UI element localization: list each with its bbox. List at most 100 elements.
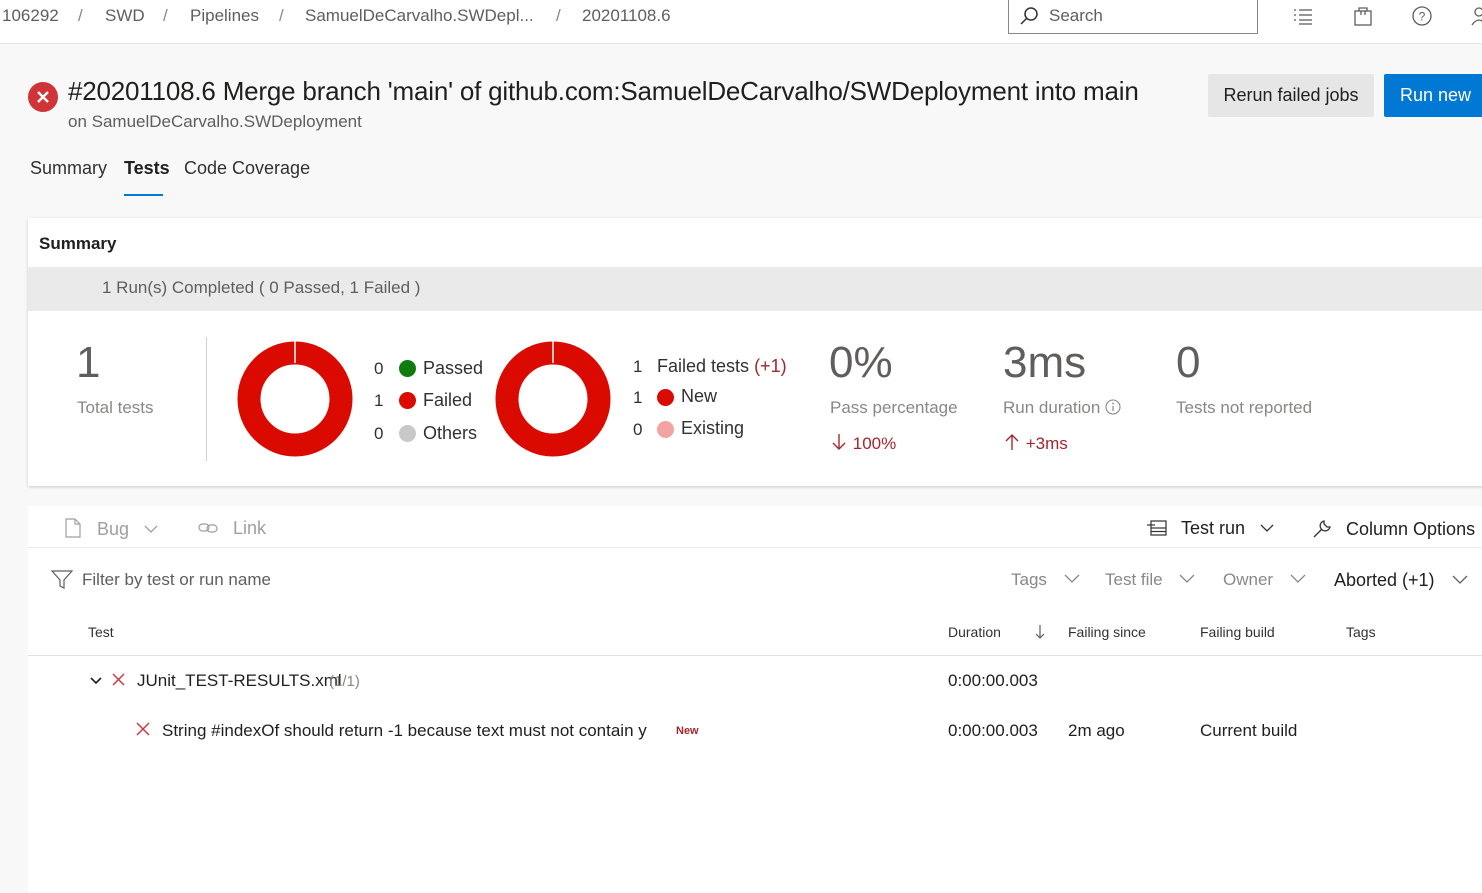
failed-tests-label: Failed tests (+1) <box>657 356 787 377</box>
header-divider <box>28 655 1482 656</box>
chevron-down-icon <box>1179 574 1195 583</box>
failed-x-icon <box>112 673 125 686</box>
failed-tests-donut-chart[interactable] <box>495 341 611 457</box>
column-options-button[interactable]: Column Options <box>1311 518 1475 540</box>
tab-code-coverage[interactable]: Code Coverage <box>184 158 310 179</box>
search-box[interactable] <box>1008 0 1258 34</box>
test-file-filter-label: Test file <box>1105 570 1163 589</box>
marketplace-bag-icon[interactable] <box>1352 5 1374 27</box>
breadcrumb-separator: / <box>279 6 284 25</box>
outcome-filter-dropdown[interactable]: Aborted (+1) <box>1334 570 1468 591</box>
info-icon[interactable] <box>1105 399 1121 415</box>
breadcrumb-project[interactable]: SWD <box>105 6 145 26</box>
run-duration-trend: +3ms <box>1003 433 1068 454</box>
page-title: #20201108.6 Merge branch 'main' of githu… <box>68 76 1139 106</box>
chevron-down-icon <box>1290 574 1306 583</box>
breadcrumb-pipelines[interactable]: Pipelines <box>190 6 259 26</box>
failed-status-icon <box>28 82 58 112</box>
link-button[interactable]: Link <box>198 518 266 539</box>
test-run-group-dropdown[interactable]: Test run <box>1147 518 1274 539</box>
chevron-down-icon <box>144 525 158 533</box>
column-header-failing-since[interactable]: Failing since <box>1068 624 1146 640</box>
existing-count: 0 <box>633 420 643 439</box>
tags-filter-dropdown[interactable]: Tags <box>1011 570 1080 590</box>
document-icon <box>65 518 81 538</box>
group-name: JUnit_TEST-RESULTS.xml <box>137 671 342 690</box>
breadcrumb-separator: / <box>78 6 83 25</box>
group-count: (1/1) <box>329 673 360 690</box>
outcome-donut-chart[interactable] <box>237 341 353 457</box>
failed-tests-count: 1 <box>633 357 643 376</box>
tests-not-reported-label: Tests not reported <box>1176 398 1313 417</box>
pass-percentage-value: 0% <box>829 338 893 387</box>
run-new-button[interactable]: Run new <box>1384 74 1482 117</box>
new-label: New <box>681 386 718 406</box>
link-icon <box>198 523 218 533</box>
breadcrumb-pipeline[interactable]: SamuelDeCarvalho.SWDepl... <box>305 6 534 26</box>
test-results-grid: Test Duration Failing since Failing buil… <box>28 608 1482 893</box>
filter-bar: Tags Test file Owner Aborted (+1) <box>28 548 1482 608</box>
test-run-label: Test run <box>1181 518 1246 538</box>
others-label: Others <box>423 423 478 443</box>
work-items-list-icon[interactable] <box>1292 5 1314 27</box>
column-header-failing-build[interactable]: Failing build <box>1200 624 1275 640</box>
runs-completed-text: 1 Run(s) Completed ( 0 Passed, 1 Failed … <box>102 278 421 297</box>
filter-input[interactable] <box>82 570 382 590</box>
outcome-filter-label: Aborted (+1) <box>1334 570 1435 590</box>
group-duration: 0:00:00.003 <box>948 671 1038 690</box>
tab-tests[interactable]: Tests <box>124 158 170 179</box>
failed-tests-delta: (+1) <box>754 356 787 376</box>
run-duration-label: Run duration <box>1003 398 1121 418</box>
total-tests-value: 1 <box>76 338 101 387</box>
test-duration: 0:00:00.003 <box>948 721 1038 740</box>
chevron-down-icon[interactable] <box>90 676 102 686</box>
failed-tests-text: Failed tests <box>657 356 750 376</box>
owner-filter-label: Owner <box>1223 570 1274 589</box>
new-count: 1 <box>633 388 643 407</box>
failing-build[interactable]: Current build <box>1200 721 1297 741</box>
search-icon <box>1020 7 1038 25</box>
existing-dot <box>657 421 674 438</box>
arrow-down-icon <box>832 434 846 450</box>
bug-button[interactable]: Bug <box>64 518 158 540</box>
column-header-test[interactable]: Test <box>88 624 114 640</box>
pipeline-subtitle[interactable]: on SamuelDeCarvalho.SWDeployment <box>68 112 362 132</box>
arrow-up-icon <box>1005 434 1019 450</box>
wrench-icon <box>1313 520 1331 538</box>
owner-filter-dropdown[interactable]: Owner <box>1223 570 1306 590</box>
breadcrumb-separator: / <box>163 6 168 25</box>
chevron-down-icon <box>1452 575 1468 584</box>
results-toolbar: Bug Link Test run Column Options <box>28 506 1482 548</box>
summary-title: Summary <box>39 234 117 253</box>
column-header-duration[interactable]: Duration <box>948 624 1001 640</box>
failed-x-icon <box>136 722 150 736</box>
sort-descending-icon[interactable] <box>1035 624 1045 640</box>
search-input[interactable] <box>1049 4 1249 28</box>
column-header-tags[interactable]: Tags <box>1346 624 1376 640</box>
test-name[interactable]: String #indexOf should return -1 because… <box>162 721 647 741</box>
breadcrumb-run[interactable]: 20201108.6 <box>582 6 671 26</box>
chevron-down-icon <box>1064 574 1080 583</box>
total-tests-label: Total tests <box>77 398 154 417</box>
runs-completed-band[interactable]: 1 Run(s) Completed ( 0 Passed, 1 Failed … <box>28 267 1482 311</box>
user-settings-icon[interactable] <box>1470 5 1482 27</box>
help-icon[interactable]: ? <box>1411 5 1433 27</box>
existing-label: Existing <box>681 418 745 438</box>
failed-dot <box>399 392 416 409</box>
failing-since: 2m ago <box>1068 721 1125 740</box>
passed-label: Passed <box>423 358 484 378</box>
failed-count: 1 <box>374 391 384 410</box>
tab-summary[interactable]: Summary <box>30 158 107 179</box>
rerun-failed-jobs-button[interactable]: Rerun failed jobs <box>1208 74 1374 117</box>
chevron-down-icon <box>1260 524 1274 532</box>
passed-count: 0 <box>374 359 384 378</box>
breadcrumb-organization[interactable]: 106292 <box>2 6 59 26</box>
test-file-filter-dropdown[interactable]: Test file <box>1105 570 1195 590</box>
new-dot <box>657 389 674 406</box>
others-dot <box>399 425 416 442</box>
tags-filter-label: Tags <box>1011 570 1047 589</box>
new-badge: New <box>676 725 699 737</box>
run-duration-label-text: Run duration <box>1003 398 1101 417</box>
run-duration-value: 3ms <box>1003 338 1087 387</box>
others-count: 0 <box>374 424 384 443</box>
